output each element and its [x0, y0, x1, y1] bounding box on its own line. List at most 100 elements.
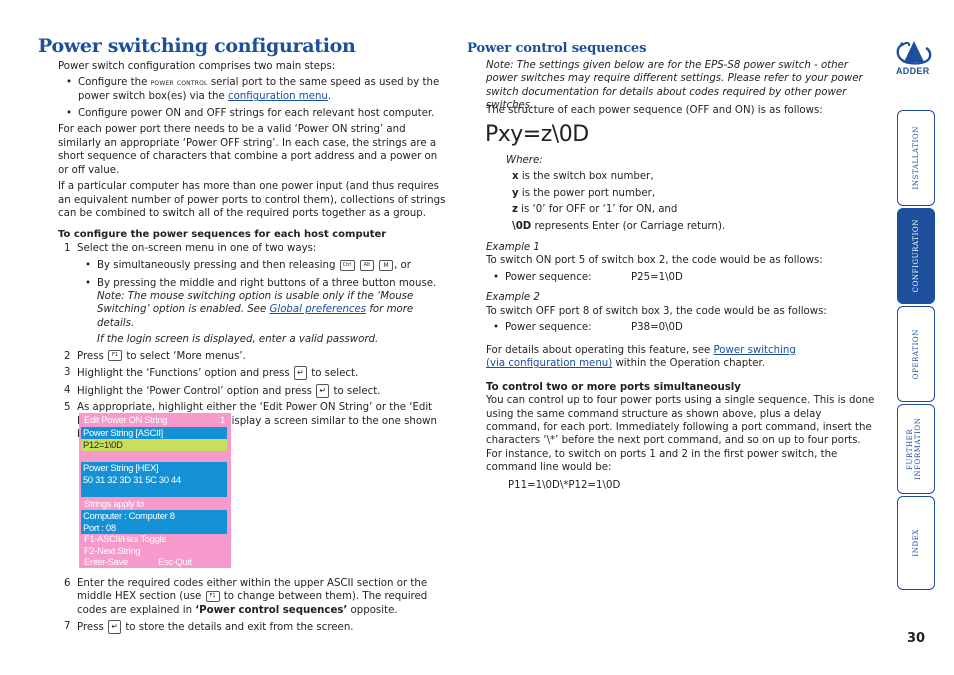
tab-installation[interactable]: INSTALLATION	[897, 110, 935, 206]
sequence-value: P25=1\0D	[631, 271, 683, 283]
section-title-power-control-sequences: Power control sequences	[467, 41, 647, 56]
mouse-note: Note: The mouse switching option is usab…	[83, 290, 448, 330]
left-column-bottom: 6 Enter the required codes either within…	[58, 577, 448, 635]
tab-operation[interactable]: OPERATION	[897, 306, 935, 402]
step-text: Press	[77, 622, 104, 634]
example-1-text: To switch ON port 5 of switch box 2, the…	[486, 255, 823, 267]
example-2-label: Example 2	[486, 292, 540, 304]
tab-label: OPERATION	[911, 328, 920, 380]
osd-enter-save: Enter-Save	[84, 556, 128, 567]
tab-label: INDEX	[911, 529, 920, 557]
tab-configuration[interactable]: CONFIGURATION	[897, 208, 935, 304]
osd-computer: Computer : Computer 8	[83, 510, 175, 521]
left-column: Power switch configuration comprises two…	[58, 60, 448, 441]
details-paragraph: For details about operating this feature…	[486, 344, 816, 371]
login-note: If the login screen is displayed, enter …	[97, 334, 379, 346]
alt-key-icon: Alt	[359, 259, 374, 271]
power-control-sequences-ref: ‘Power control sequences’	[195, 604, 348, 616]
tab-further-information[interactable]: FURTHER INFORMATION	[897, 404, 935, 494]
page-number: 30	[907, 631, 926, 646]
sequence-label: Power sequence:	[505, 322, 592, 334]
sequence-label: Power sequence:	[505, 271, 592, 283]
sequence-value: P38=0\0D	[631, 322, 683, 334]
where-label: Where:	[506, 155, 543, 166]
step-number: 2	[64, 350, 71, 362]
global-preferences-link[interactable]: Global preferences	[269, 304, 366, 315]
procedure-heading: To configure the power sequences for eac…	[58, 229, 387, 241]
step1-bullet-keyboard: By simultaneously pressing and then rele…	[83, 259, 448, 273]
logo-text: ADDER	[896, 66, 930, 76]
multi-ports-text: You can control up to four power ports u…	[486, 395, 875, 474]
step-text: to store the details and exit from the s…	[125, 622, 354, 634]
definition-item: \0D represents Enter (or Carriage return…	[506, 220, 876, 233]
step-4: 4 Highlight the ‘Power Control’ option a…	[58, 383, 448, 398]
tab-label: INSTALLATION	[911, 126, 920, 190]
definition-item: x is the switch box number,	[506, 170, 876, 183]
osd-applies-label: Strings apply to	[84, 498, 144, 509]
step-text: to select ‘More menus’.	[126, 350, 246, 362]
example-1-sequence: Power sequence: P25=1\0D	[491, 271, 876, 285]
osd-ascii-label: Power String [ASCII]	[81, 427, 227, 439]
osd-hex-block: Power String [HEX] 50 31 32 3D 31 5C 30 …	[81, 462, 227, 497]
step-text: Highlight the ‘Functions’ option and pre…	[77, 368, 290, 380]
adder-logo[interactable]: ADDER	[890, 38, 938, 78]
step-number: 4	[64, 384, 71, 396]
paragraph-power-strings: For each power port there needs to be a …	[58, 124, 438, 176]
def-text: represents Enter (or Carriage return).	[531, 220, 726, 232]
adder-snake-logo-icon	[896, 41, 932, 65]
osd-title-row: Edit Power ON String 1	[83, 414, 227, 426]
step-1: 1 Select the on-screen menu in one of tw…	[58, 242, 448, 255]
multi-ports-heading: To control two or more ports simultaneou…	[486, 381, 741, 393]
m-key-icon: M	[379, 259, 394, 271]
definition-item: z is ‘0’ for OFF or ‘1’ for ON, and	[506, 203, 876, 216]
osd-help-save-quit: Enter-Save Esc-Quit	[83, 556, 227, 568]
bullet-text: Configure the	[78, 77, 151, 89]
example-1-label: Example 1	[486, 242, 540, 253]
osd-page-number: 1	[220, 414, 225, 425]
multi-ports-example: P11=1\0D\*P12=1\0D	[508, 479, 621, 491]
configuration-menu-link[interactable]: configuration menu	[228, 91, 328, 102]
step-text: Select the on-screen menu in one of two …	[77, 242, 317, 254]
details-text: within the Operation chapter.	[612, 358, 766, 370]
example-2-text: To switch OFF port 8 of switch box 3, th…	[486, 305, 827, 317]
step-number: 7	[64, 621, 71, 633]
examples: Example 1 To switch ON port 5 of switch …	[486, 241, 876, 492]
tab-label: CONFIGURATION	[911, 219, 920, 293]
def-text: is the switch box number,	[518, 171, 654, 183]
step-7: 7 Press ↵ to store the details and exit …	[58, 620, 448, 635]
step-6: 6 Enter the required codes either within…	[58, 577, 448, 617]
step-text: Highlight the ‘Power Control’ option and…	[77, 385, 312, 397]
osd-hex-value[interactable]: 50 31 32 3D 31 5C 30 44	[83, 474, 227, 486]
def-term: \0D	[512, 220, 532, 232]
intro-text: Power switch configuration comprises two…	[58, 61, 336, 72]
details-text: For details about operating this feature…	[486, 344, 714, 356]
step-number: 6	[64, 578, 71, 589]
step-2: 2 Press F1 to select ‘More menus’.	[58, 350, 448, 363]
enter-key-icon: ↵	[316, 383, 330, 398]
step-text: opposite.	[347, 604, 398, 616]
def-term: y	[512, 187, 519, 199]
enter-key-icon: ↵	[293, 366, 307, 381]
osd-edit-power-string-screen: Edit Power ON String 1 Power String [ASC…	[79, 413, 231, 568]
ctrl-key-icon: Ctrl	[339, 259, 355, 271]
bullet-text: , or	[394, 260, 411, 272]
def-text: is ‘0’ for OFF or ‘1’ for ON, and	[517, 204, 678, 216]
osd-title: Edit Power ON String	[84, 414, 168, 425]
tab-label: FURTHER INFORMATION	[906, 417, 923, 481]
step-number: 1	[64, 242, 71, 254]
power-control-term: power control	[150, 78, 208, 89]
def-term: x	[512, 171, 519, 183]
osd-ascii-value[interactable]: P12=1\0D	[81, 439, 227, 451]
bullet-text: .	[327, 91, 332, 103]
step-number: 3	[64, 367, 71, 379]
tab-index[interactable]: INDEX	[897, 496, 935, 590]
sequence-formula: Pxy=z\0D	[485, 122, 589, 147]
definitions: Where: x is the switch box number, y is …	[506, 154, 876, 233]
osd-help-toggle: F1-ASCII/Hex Toggle	[84, 533, 167, 544]
def-text: is the power port number,	[518, 187, 656, 199]
bullet-text: By simultaneously pressing and then rele…	[97, 260, 336, 272]
example-2-sequence: Power sequence: P38=0\0D	[491, 321, 876, 335]
step-bullet-2: Configure power ON and OFF strings for e…	[64, 107, 448, 121]
enter-key-icon: ↵	[108, 620, 122, 635]
step-text: to select.	[333, 385, 381, 397]
